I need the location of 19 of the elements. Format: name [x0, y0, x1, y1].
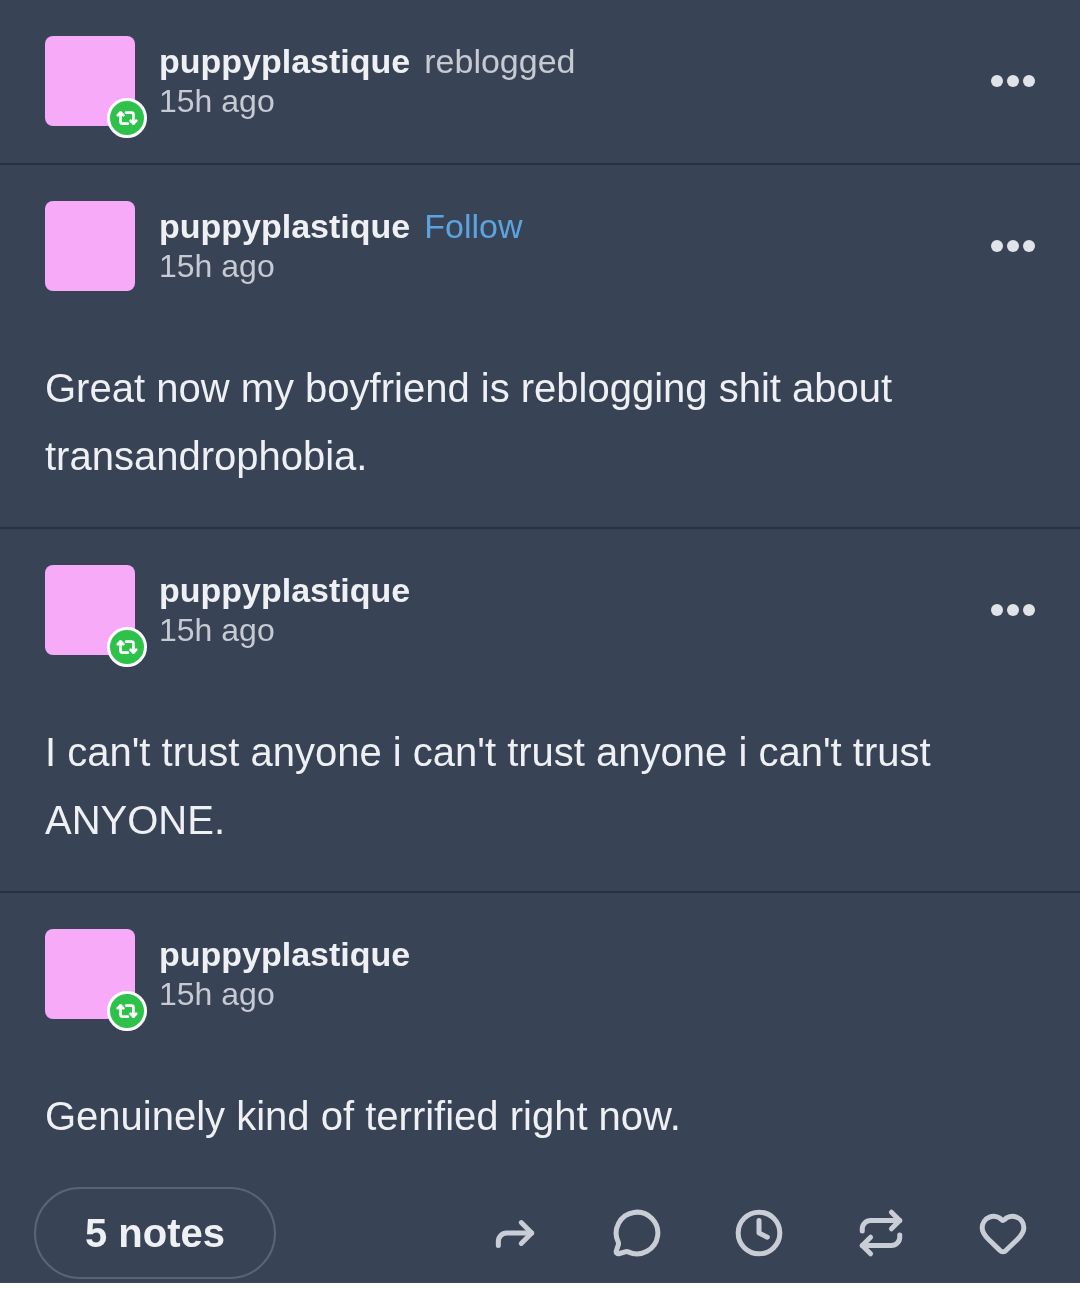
notes-button[interactable]: 5 notes [34, 1187, 276, 1279]
username[interactable]: puppyplastique [159, 935, 411, 974]
timestamp: 15h ago [159, 248, 276, 285]
more-options-icon[interactable] [991, 75, 1035, 87]
post-text: Genuinely kind of terrified right now. [45, 1093, 682, 1140]
username[interactable]: puppyplastique [159, 207, 411, 246]
timestamp: 15h ago [159, 83, 276, 120]
username[interactable]: puppyplastique [159, 571, 411, 610]
timestamp: 15h ago [159, 612, 276, 649]
reblogged-label: reblogged [424, 42, 576, 81]
timestamp: 15h ago [159, 976, 276, 1013]
more-options-icon[interactable] [991, 240, 1035, 252]
follow-link[interactable]: Follow [424, 207, 523, 246]
username[interactable]: puppyplastique [159, 42, 411, 81]
post-text: Great now my boyfriend is reblogging shit about transandrophobia. [45, 365, 894, 480]
clock-icon[interactable] [734, 1208, 784, 1258]
comment-icon[interactable] [612, 1208, 662, 1258]
more-options-icon[interactable] [991, 604, 1035, 616]
post-text: I can't trust anyone i can't trust anyone i can't trust ANYONE. [45, 729, 932, 844]
